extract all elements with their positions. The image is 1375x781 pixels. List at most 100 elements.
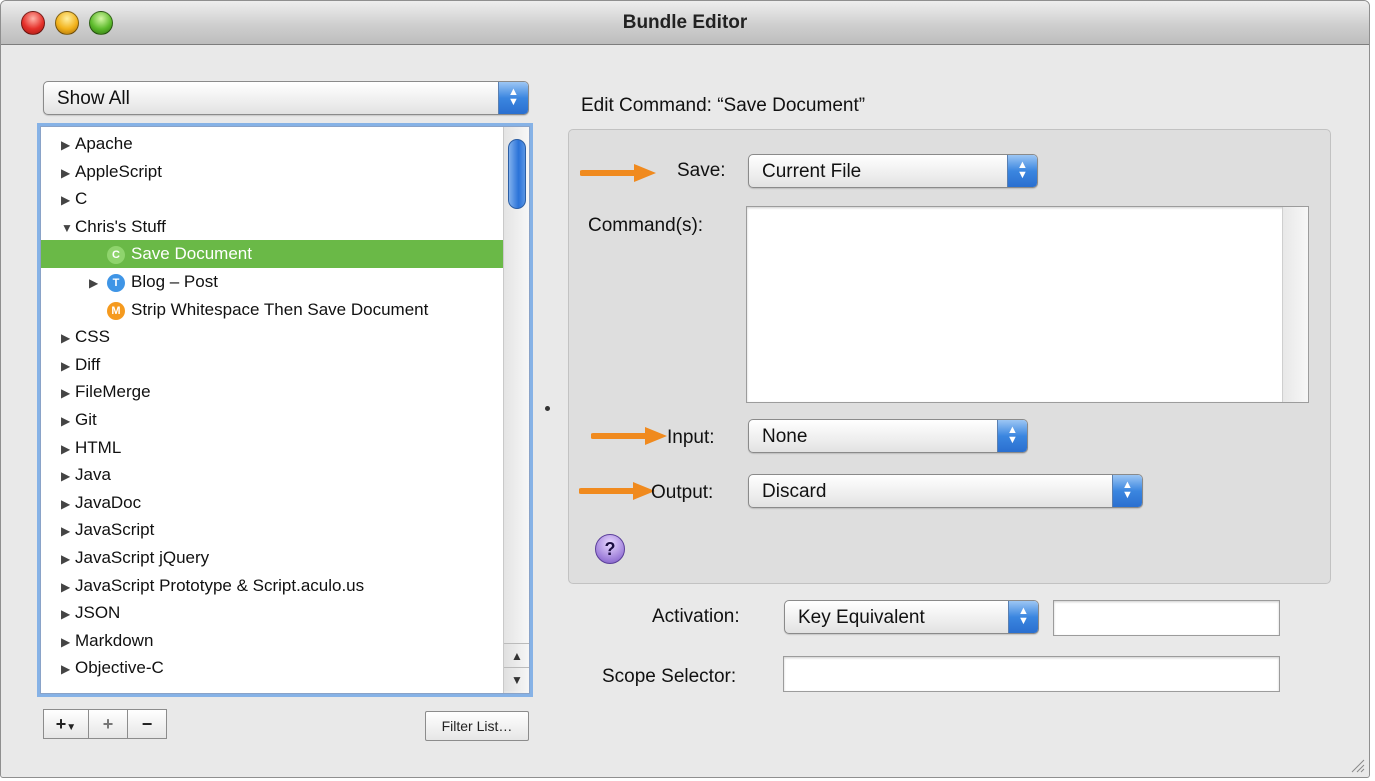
bundle-list-row[interactable]: ▶ Diff: [41, 351, 503, 379]
disclosure-closed-icon[interactable]: ▶: [61, 159, 75, 187]
bundle-list-row[interactable]: ▶ JavaScript jQuery: [41, 544, 503, 572]
window-title: Bundle Editor: [622, 12, 748, 33]
save-popup[interactable]: Current File ▲ ▼: [748, 154, 1038, 188]
bundle-item-type-icon: T: [107, 274, 125, 292]
disclosure-closed-icon[interactable]: ▶: [61, 352, 75, 380]
disclosure-closed-icon[interactable]: ▶: [61, 324, 75, 352]
bundle-list-row[interactable]: ▶ JavaScript Prototype & Script.aculo.us: [41, 572, 503, 600]
bundle-list[interactable]: ▶ Apache ▶ AppleScript ▶ C ▼ Chris's Stuff C Save…: [40, 126, 530, 694]
disclosure-closed-icon[interactable]: ▶: [61, 131, 75, 159]
popup-stepper-icon: ▲ ▼: [997, 420, 1027, 452]
activation-label: Activation:: [652, 606, 740, 627]
add-group-button[interactable]: +: [88, 709, 128, 739]
activation-popup[interactable]: Key Equivalent ▲ ▼: [784, 600, 1039, 634]
show-filter-value: Show All: [57, 88, 130, 109]
output-arrow-icon: [579, 482, 655, 500]
add-item-button[interactable]: +▼: [43, 709, 89, 739]
bundle-list-row[interactable]: ▶ JavaDoc: [41, 489, 503, 517]
bundle-list-row[interactable]: ▶ CSS: [41, 323, 503, 351]
bundle-list-row-label: HTML: [75, 437, 122, 457]
bundle-list-row[interactable]: ▶ Git: [41, 406, 503, 434]
disclosure-closed-icon[interactable]: ▶: [61, 517, 75, 545]
bundle-list-row-label: Git: [75, 410, 97, 429]
show-filter-popup[interactable]: Show All ▲ ▼: [43, 81, 529, 115]
bundle-list-row[interactable]: M Strip Whitespace Then Save Document: [41, 296, 503, 324]
minus-icon: −: [141, 714, 153, 734]
remove-item-button[interactable]: −: [127, 709, 167, 739]
filter-list-button[interactable]: Filter List…: [425, 711, 529, 741]
bundle-list-row[interactable]: ▶ Java: [41, 461, 503, 489]
bundle-list-row-label: C: [75, 189, 88, 209]
popup-stepper-icon: ▲ ▼: [1112, 475, 1142, 507]
bundle-list-row-label: JSON: [75, 603, 121, 623]
activation-popup-value: Key Equivalent: [798, 607, 925, 628]
bundle-list-row[interactable]: ▶ Markdown: [41, 627, 503, 655]
save-label: Save:: [677, 160, 726, 181]
save-popup-value: Current File: [762, 161, 862, 182]
bundle-list-row[interactable]: ▼ Chris's Stuff: [41, 213, 503, 241]
disclosure-closed-icon[interactable]: ▶: [61, 462, 75, 490]
bundle-list-row-label: JavaScript jQuery: [75, 548, 210, 567]
bundle-list-row[interactable]: ▶ C: [41, 185, 503, 213]
bundle-list-row[interactable]: ▶ HTML: [41, 434, 503, 462]
output-popup[interactable]: Discard ▲ ▼: [748, 474, 1143, 508]
title-bar[interactable]: Bundle Editor: [1, 1, 1369, 45]
add-group-icon: +: [102, 714, 114, 734]
output-label: Output:: [651, 482, 714, 503]
scrollbar-thumb[interactable]: [508, 139, 526, 209]
commands-textarea[interactable]: [746, 206, 1309, 403]
popup-stepper-icon: ▲ ▼: [498, 82, 528, 114]
disclosure-closed-icon[interactable]: ▶: [61, 435, 75, 463]
input-popup[interactable]: None ▲ ▼: [748, 419, 1028, 453]
scope-selector-field[interactable]: [783, 656, 1280, 692]
bundle-list-row-label: AppleScript: [75, 161, 162, 181]
bundle-list-row-label: JavaScript: [75, 520, 155, 540]
editor-heading: Edit Command: “Save Document”: [581, 95, 866, 116]
bundle-item-type-icon: C: [107, 246, 125, 265]
splitter-handle[interactable]: [545, 406, 550, 411]
bundle-list-row[interactable]: ▶ AppleScript: [41, 158, 503, 186]
bundle-list-row-label: Apache: [75, 134, 133, 153]
bundle-list-row-label: JavaDoc: [75, 492, 142, 512]
commands-scrollbar[interactable]: [1282, 207, 1308, 402]
disclosure-closed-icon[interactable]: ▶: [61, 379, 75, 407]
bundle-list-row[interactable]: ▶ FileMerge: [41, 378, 503, 406]
bundle-list-row[interactable]: ▶ Apache: [41, 130, 503, 158]
disclosure-closed-icon[interactable]: ▶: [89, 269, 103, 297]
bundle-item-type-icon: M: [107, 301, 125, 320]
bundle-editor-window: Bundle Editor Show All ▲ ▼ ▶ Apache ▶ AppleS…: [0, 0, 1370, 778]
disclosure-closed-icon[interactable]: ▶: [61, 490, 75, 518]
bundle-list-row[interactable]: ▶ JSON: [41, 599, 503, 627]
disclosure-closed-icon[interactable]: ▶: [61, 545, 75, 573]
bundle-list-row[interactable]: ▶ Objective-C: [41, 654, 503, 682]
resize-grip-icon[interactable]: [1349, 757, 1365, 773]
disclosure-open-icon[interactable]: ▼: [61, 214, 75, 242]
bundle-list-row-label: Strip Whitespace Then Save Document: [131, 299, 429, 319]
plus-icon: +: [55, 714, 67, 734]
scope-selector-label: Scope Selector:: [602, 666, 737, 687]
disclosure-closed-icon[interactable]: ▶: [61, 573, 75, 601]
scroll-down-arrow-icon[interactable]: ▼: [504, 667, 529, 691]
commands-label: Command(s):: [588, 215, 704, 236]
chevron-down-icon: ▼: [66, 722, 77, 733]
scroll-up-arrow-icon[interactable]: ▲: [504, 643, 529, 667]
disclosure-closed-icon[interactable]: ▶: [61, 655, 75, 683]
bundle-list-row-label: JavaScript Prototype & Script.aculo.us: [75, 575, 365, 595]
bundle-list-row[interactable]: C Save Document: [41, 240, 503, 269]
bundle-list-row-label: Diff: [75, 354, 101, 374]
disclosure-closed-icon[interactable]: ▶: [61, 628, 75, 656]
save-arrow-icon: [580, 164, 656, 182]
list-vertical-scrollbar[interactable]: ▲ ▼: [503, 127, 529, 693]
input-arrow-icon: [591, 427, 667, 445]
key-equivalent-field[interactable]: [1053, 600, 1280, 636]
bundle-list-row[interactable]: ▶ T Blog – Post: [41, 268, 503, 296]
popup-stepper-icon: ▲ ▼: [1008, 601, 1038, 633]
disclosure-closed-icon[interactable]: ▶: [61, 186, 75, 214]
help-button[interactable]: ?: [595, 534, 625, 564]
input-popup-value: None: [762, 426, 808, 447]
bundle-list-row[interactable]: ▶ JavaScript: [41, 516, 503, 544]
bundle-list-row-label: CSS: [75, 327, 110, 347]
disclosure-closed-icon[interactable]: ▶: [61, 407, 75, 435]
bundle-list-row-label: FileMerge: [75, 382, 151, 402]
disclosure-closed-icon[interactable]: ▶: [61, 600, 75, 628]
